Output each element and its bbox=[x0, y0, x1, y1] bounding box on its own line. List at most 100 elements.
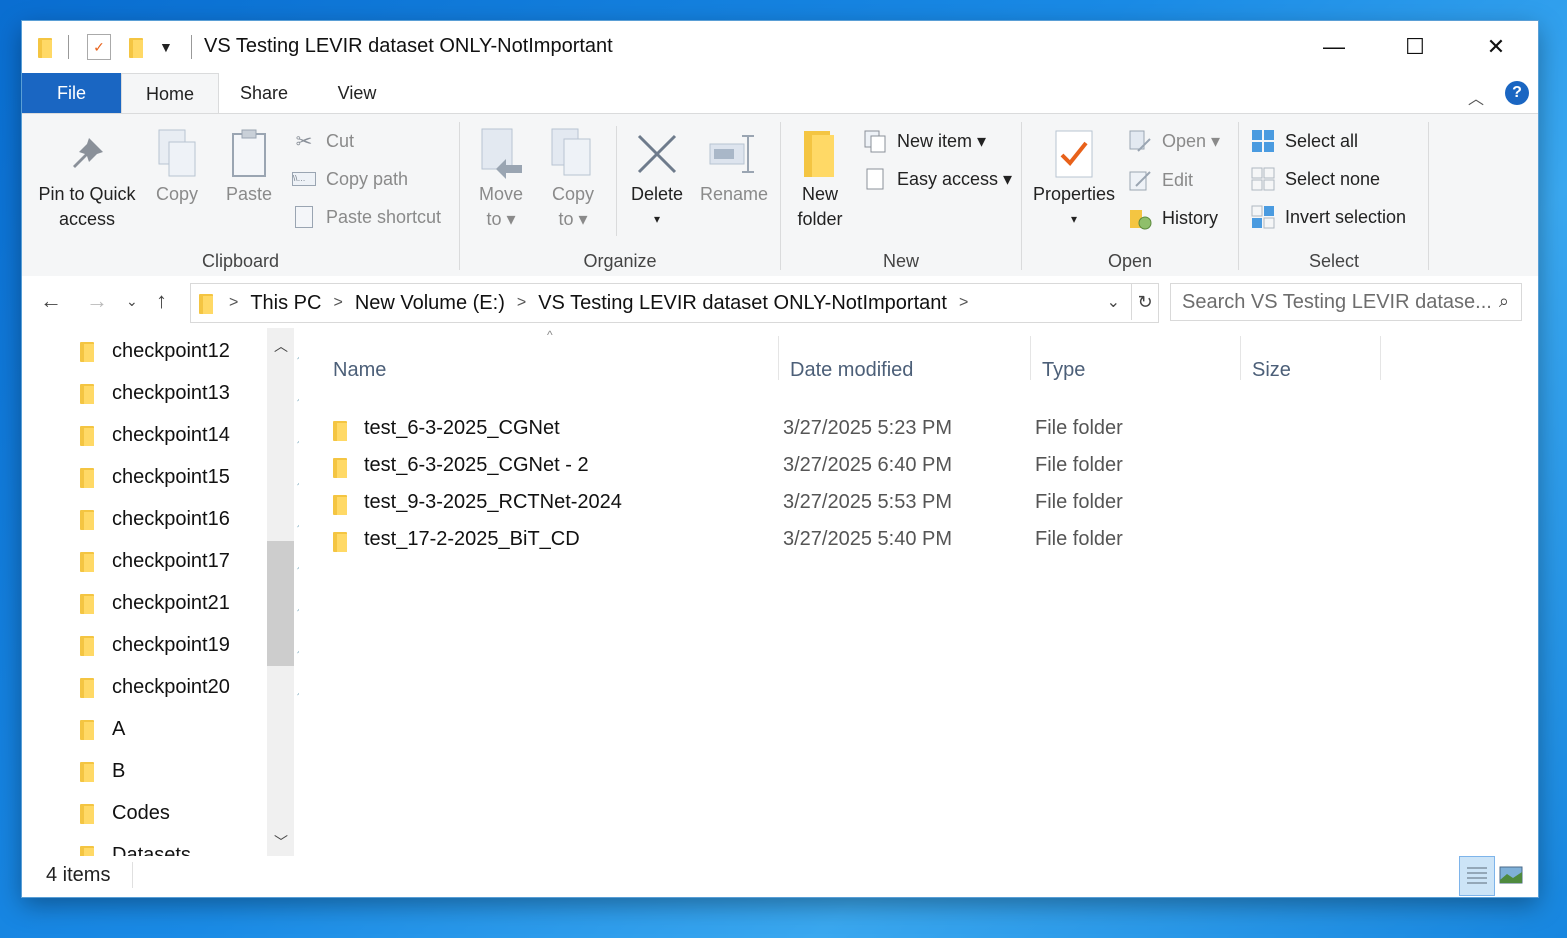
move-to-label-line1: Move bbox=[478, 184, 523, 204]
scroll-down-icon[interactable]: ﹀ bbox=[274, 832, 288, 852]
table-row[interactable]: test_17-2-2025_BiT_CD 3/27/2025 5:40 PM … bbox=[329, 521, 1509, 558]
search-icon[interactable]: ⌕ bbox=[1499, 291, 1509, 312]
delete-button[interactable]: Delete ▾ bbox=[624, 126, 690, 232]
invert-selection-button[interactable]: Invert selection bbox=[1251, 202, 1406, 232]
column-divider[interactable] bbox=[1240, 336, 1241, 380]
back-arrow-icon[interactable]: ← bbox=[40, 288, 62, 314]
breadcrumb-chevron-icon[interactable]: > bbox=[517, 294, 526, 312]
scrollbar-thumb[interactable] bbox=[267, 541, 294, 666]
new-item-label: New item ▾ bbox=[897, 130, 987, 151]
folder-icon bbox=[78, 508, 98, 530]
customize-qat-icon[interactable]: ▼ bbox=[159, 39, 173, 55]
search-box[interactable]: Search VS Testing LEVIR datase... ⌕ bbox=[1170, 283, 1522, 321]
file-name: test_9-3-2025_RCTNet-2024 bbox=[364, 491, 622, 513]
copy-to-button[interactable]: Copy to ▾ bbox=[542, 126, 604, 232]
nav-item-checkpoint14[interactable]: checkpoint14 📌 bbox=[78, 414, 299, 456]
new-folder-button[interactable]: New folder bbox=[789, 126, 851, 232]
column-divider[interactable] bbox=[1380, 336, 1381, 380]
table-row[interactable]: test_6-3-2025_CGNet - 2 3/27/2025 6:40 P… bbox=[329, 447, 1509, 484]
nav-item-codes[interactable]: Codes bbox=[78, 792, 263, 834]
status-bar: 4 items bbox=[22, 856, 1538, 897]
column-divider[interactable] bbox=[1030, 336, 1031, 380]
nav-scrollbar[interactable]: ︿ ﹀ bbox=[267, 328, 294, 856]
select-none-button[interactable]: Select none bbox=[1251, 164, 1380, 194]
recent-locations-chevron-icon[interactable]: ⌄ bbox=[126, 293, 138, 310]
column-header-size[interactable]: Size bbox=[1252, 350, 1291, 390]
address-dropdown-chevron-icon[interactable]: ⌄ bbox=[1107, 292, 1120, 312]
details-view-button[interactable] bbox=[1459, 856, 1495, 896]
tab-view[interactable]: View bbox=[317, 73, 397, 113]
up-arrow-icon[interactable]: ↑ bbox=[156, 288, 167, 314]
properties-dropdown-arrow[interactable]: ▾ bbox=[1028, 207, 1120, 232]
paste-button[interactable]: Paste bbox=[218, 126, 280, 207]
nav-item-datasets[interactable]: Datasets bbox=[78, 834, 263, 856]
select-all-button[interactable]: Select all bbox=[1251, 126, 1358, 156]
nav-item-checkpoint13[interactable]: checkpoint13 📌 bbox=[78, 372, 299, 414]
search-input[interactable]: Search VS Testing LEVIR datase... bbox=[1182, 291, 1492, 314]
pin-icon bbox=[32, 126, 142, 182]
nav-item-checkpoint21[interactable]: checkpoint21 📌 bbox=[78, 582, 299, 624]
address-bar[interactable]: > This PC > New Volume (E:) > VS Testing… bbox=[190, 283, 1159, 323]
scroll-up-icon[interactable]: ︿ bbox=[274, 336, 288, 356]
tab-file[interactable]: File bbox=[22, 73, 121, 113]
nav-item-checkpoint20[interactable]: checkpoint20 📌 bbox=[78, 666, 299, 708]
breadcrumb-current-folder[interactable]: VS Testing LEVIR dataset ONLY-NotImporta… bbox=[538, 292, 947, 315]
breadcrumb-chevron-icon[interactable]: > bbox=[959, 294, 968, 312]
nav-item-checkpoint15[interactable]: checkpoint15 📌 bbox=[78, 456, 299, 498]
table-row[interactable]: test_9-3-2025_RCTNet-2024 3/27/2025 5:53… bbox=[329, 484, 1509, 521]
copy-path-button[interactable]: \\… Copy path bbox=[292, 164, 408, 194]
quick-access-toolbar: ✓ ▼ bbox=[36, 33, 192, 61]
open-button[interactable]: Open ▾ bbox=[1128, 126, 1220, 156]
file-date: 3/27/2025 5:40 PM bbox=[783, 528, 953, 550]
properties-button[interactable]: Properties ▾ bbox=[1028, 126, 1120, 232]
maximize-button[interactable]: ☐ bbox=[1375, 21, 1455, 73]
nav-item-checkpoint19[interactable]: checkpoint19 📌 bbox=[78, 624, 299, 666]
minimize-button[interactable]: — bbox=[1294, 21, 1374, 73]
nav-item-checkpoint17[interactable]: checkpoint17 📌 bbox=[78, 540, 299, 582]
select-none-label: Select none bbox=[1285, 168, 1381, 189]
tab-home[interactable]: Home bbox=[121, 73, 219, 114]
nav-item-checkpoint12[interactable]: checkpoint12 📌 bbox=[78, 330, 299, 372]
forward-arrow-icon[interactable]: → bbox=[86, 288, 108, 314]
tab-share[interactable]: Share bbox=[222, 73, 306, 113]
paste-shortcut-button[interactable]: Paste shortcut bbox=[292, 202, 441, 232]
rename-button[interactable]: Rename bbox=[696, 126, 772, 207]
collapse-ribbon-icon[interactable]: ︿ bbox=[1468, 85, 1484, 109]
new-folder-label-line1: New bbox=[801, 184, 838, 204]
large-icons-view-button[interactable] bbox=[1498, 862, 1524, 888]
breadcrumb-new-volume[interactable]: New Volume (E:) bbox=[355, 292, 505, 315]
cut-button[interactable]: ✂ Cut bbox=[292, 126, 354, 156]
new-item-button[interactable]: New item ▾ bbox=[863, 126, 986, 156]
open-group: Properties ▾ Open ▾ Edit History Open bbox=[1022, 114, 1238, 276]
nav-item-label: checkpoint20 bbox=[112, 675, 230, 698]
refresh-icon[interactable]: ↻ bbox=[1131, 284, 1158, 320]
history-button[interactable]: History bbox=[1128, 203, 1218, 233]
file-name: test_6-3-2025_CGNet - 2 bbox=[364, 454, 589, 476]
nav-item-a[interactable]: A bbox=[78, 708, 263, 750]
edit-button[interactable]: Edit bbox=[1128, 165, 1193, 195]
delete-dropdown-arrow[interactable]: ▾ bbox=[624, 207, 690, 232]
column-header-type[interactable]: Type bbox=[1042, 350, 1085, 390]
breadcrumb-this-pc[interactable]: This PC bbox=[250, 292, 321, 315]
new-folder-icon bbox=[789, 126, 851, 182]
column-header-date-modified[interactable]: Date modified bbox=[790, 350, 913, 390]
breadcrumb-chevron-icon[interactable]: > bbox=[333, 294, 342, 312]
properties-qat-icon[interactable]: ✓ bbox=[87, 34, 111, 60]
nav-item-b[interactable]: B bbox=[78, 750, 263, 792]
pin-to-quick-access-button[interactable]: Pin to Quick access bbox=[32, 126, 142, 232]
nav-item-checkpoint16[interactable]: checkpoint16 📌 bbox=[78, 498, 299, 540]
move-to-button[interactable]: Move to ▾ bbox=[470, 126, 532, 232]
new-folder-qat-icon[interactable] bbox=[127, 36, 147, 58]
column-header-name[interactable]: Name bbox=[333, 350, 386, 390]
details-view-icon bbox=[1467, 867, 1487, 884]
organize-divider bbox=[616, 126, 617, 236]
help-button[interactable]: ? bbox=[1505, 81, 1529, 105]
pin-icon: 📌 bbox=[296, 635, 299, 655]
select-none-icon bbox=[1251, 167, 1275, 191]
easy-access-button[interactable]: Easy access ▾ bbox=[863, 164, 1012, 194]
column-divider[interactable] bbox=[778, 336, 779, 380]
copy-button[interactable]: Copy bbox=[146, 126, 208, 207]
breadcrumb-chevron-icon[interactable]: > bbox=[229, 294, 238, 312]
close-button[interactable]: ✕ bbox=[1456, 21, 1536, 73]
table-row[interactable]: test_6-3-2025_CGNet 3/27/2025 5:23 PM Fi… bbox=[329, 410, 1509, 447]
